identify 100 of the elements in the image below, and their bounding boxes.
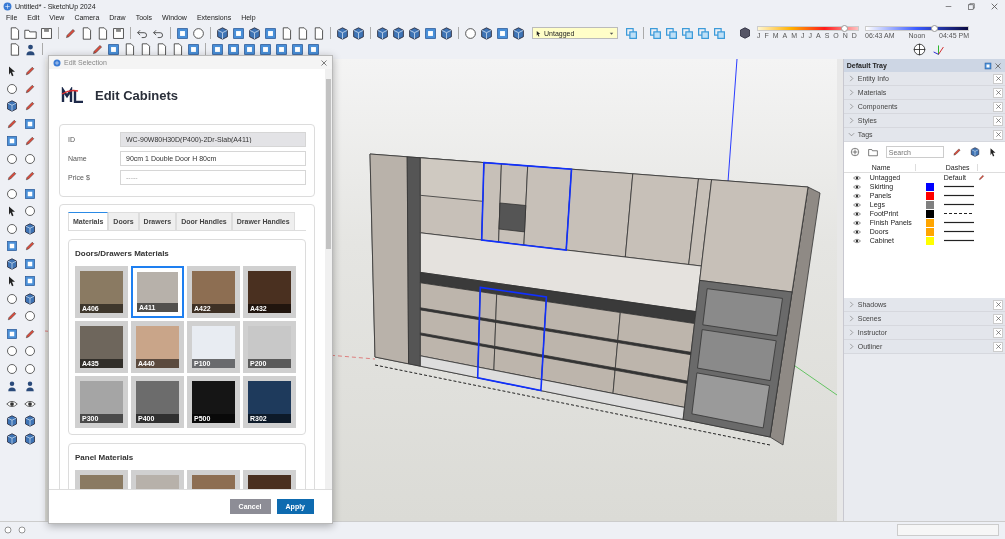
- square-icon[interactable]: [6, 240, 18, 252]
- square-icon[interactable]: [24, 275, 36, 287]
- scrollbar[interactable]: [836, 59, 843, 521]
- pencil-icon[interactable]: [24, 82, 36, 95]
- overlap-squares-icon[interactable]: [665, 26, 678, 40]
- cube-icon[interactable]: [352, 26, 365, 40]
- color-swatch[interactable]: [925, 218, 934, 227]
- cube-icon[interactable]: [480, 26, 493, 40]
- overlap-squares-icon[interactable]: [697, 26, 710, 40]
- circle-icon[interactable]: [6, 152, 18, 165]
- close-button[interactable]: [993, 73, 1003, 84]
- circle-icon[interactable]: [24, 310, 36, 322]
- solid-line[interactable]: [943, 221, 974, 224]
- eye-icon[interactable]: [852, 218, 861, 227]
- eye-icon[interactable]: [852, 200, 861, 209]
- scrollbar[interactable]: [325, 69, 332, 489]
- circle-icon[interactable]: [6, 292, 18, 305]
- page-icon[interactable]: [8, 43, 21, 56]
- add-icon[interactable]: [849, 147, 860, 157]
- close-icon[interactable]: [994, 61, 1002, 70]
- circle-icon[interactable]: [18, 525, 26, 534]
- cube-icon[interactable]: [408, 26, 421, 40]
- circle-icon[interactable]: [6, 82, 18, 95]
- circle-icon[interactable]: [24, 362, 36, 375]
- circle-icon[interactable]: [4, 525, 12, 534]
- circle-icon[interactable]: [24, 205, 36, 217]
- circle-icon[interactable]: [24, 345, 36, 357]
- cube-icon[interactable]: [24, 222, 36, 235]
- overlap-squares-icon[interactable]: [625, 26, 638, 40]
- cube-icon[interactable]: [6, 100, 18, 112]
- page-icon[interactable]: [296, 26, 309, 40]
- circle-icon[interactable]: [6, 345, 18, 357]
- cube-icon[interactable]: [248, 26, 261, 40]
- square-icon[interactable]: [176, 26, 189, 40]
- restore-icon[interactable]: [967, 1, 976, 11]
- overlap-squares-icon[interactable]: [649, 26, 662, 40]
- eye-icon[interactable]: [852, 209, 861, 218]
- page-icon[interactable]: [80, 26, 93, 40]
- close-button[interactable]: [993, 129, 1003, 140]
- person-icon[interactable]: [24, 380, 36, 392]
- solid-line[interactable]: [943, 203, 974, 206]
- dashed-line[interactable]: [943, 212, 974, 215]
- circle-icon[interactable]: [24, 152, 36, 165]
- page-icon[interactable]: [280, 26, 293, 40]
- color-swatch[interactable]: [925, 236, 934, 245]
- color-swatch[interactable]: [925, 209, 934, 218]
- solid-line[interactable]: [943, 185, 974, 188]
- slider-track[interactable]: [865, 26, 969, 31]
- color-swatch[interactable]: [925, 200, 934, 209]
- square-icon[interactable]: [6, 327, 18, 340]
- page-icon[interactable]: [312, 26, 325, 40]
- cube-icon[interactable]: [6, 432, 18, 445]
- circle-icon[interactable]: [192, 26, 205, 40]
- close-button[interactable]: [993, 87, 1003, 98]
- page-icon[interactable]: [96, 26, 109, 40]
- circle-icon[interactable]: [6, 362, 18, 375]
- square-icon[interactable]: [107, 43, 120, 56]
- color-swatch[interactable]: [925, 227, 934, 236]
- slider-thumb[interactable]: [841, 25, 848, 32]
- cube-icon[interactable]: [739, 27, 751, 39]
- crosshair-icon[interactable]: [913, 43, 926, 56]
- color-swatch[interactable]: [925, 182, 934, 191]
- cube-icon[interactable]: [440, 26, 453, 40]
- square-icon[interactable]: [24, 257, 36, 270]
- color-swatch[interactable]: [925, 191, 934, 200]
- square-icon[interactable]: [259, 43, 272, 56]
- slider-thumb[interactable]: [931, 25, 939, 32]
- close-button[interactable]: [993, 341, 1003, 352]
- square-icon[interactable]: [187, 43, 200, 56]
- circle-icon[interactable]: [464, 26, 477, 40]
- eye-icon[interactable]: [852, 236, 861, 245]
- pointer-icon[interactable]: [6, 65, 18, 77]
- solid-line[interactable]: [943, 230, 974, 233]
- square-icon[interactable]: [984, 61, 992, 70]
- pencil-icon[interactable]: [951, 147, 962, 157]
- close-button[interactable]: [993, 101, 1003, 112]
- eye-icon[interactable]: [852, 191, 861, 200]
- square-icon[interactable]: [424, 26, 437, 40]
- square-icon[interactable]: [307, 43, 320, 56]
- overlap-squares-icon[interactable]: [681, 26, 694, 40]
- square-icon[interactable]: [232, 26, 245, 40]
- cube-icon[interactable]: [6, 257, 18, 270]
- circle-icon[interactable]: [6, 187, 18, 200]
- cube-icon[interactable]: [512, 26, 525, 40]
- square-icon[interactable]: [496, 26, 509, 40]
- cube-icon[interactable]: [24, 432, 36, 445]
- cube-icon[interactable]: [392, 26, 405, 40]
- solid-line[interactable]: [943, 239, 974, 242]
- close-button[interactable]: [993, 299, 1003, 310]
- eye-icon[interactable]: [852, 173, 861, 182]
- close-button[interactable]: [993, 327, 1003, 338]
- square-icon[interactable]: [291, 43, 304, 56]
- pencil-icon[interactable]: [24, 100, 36, 112]
- square-icon[interactable]: [211, 43, 224, 56]
- pointer-icon[interactable]: [6, 275, 18, 287]
- cube-icon[interactable]: [6, 415, 18, 427]
- square-icon[interactable]: [227, 43, 240, 56]
- pencil-icon[interactable]: [977, 173, 985, 181]
- square-icon[interactable]: [264, 26, 277, 40]
- person-icon[interactable]: [6, 380, 18, 392]
